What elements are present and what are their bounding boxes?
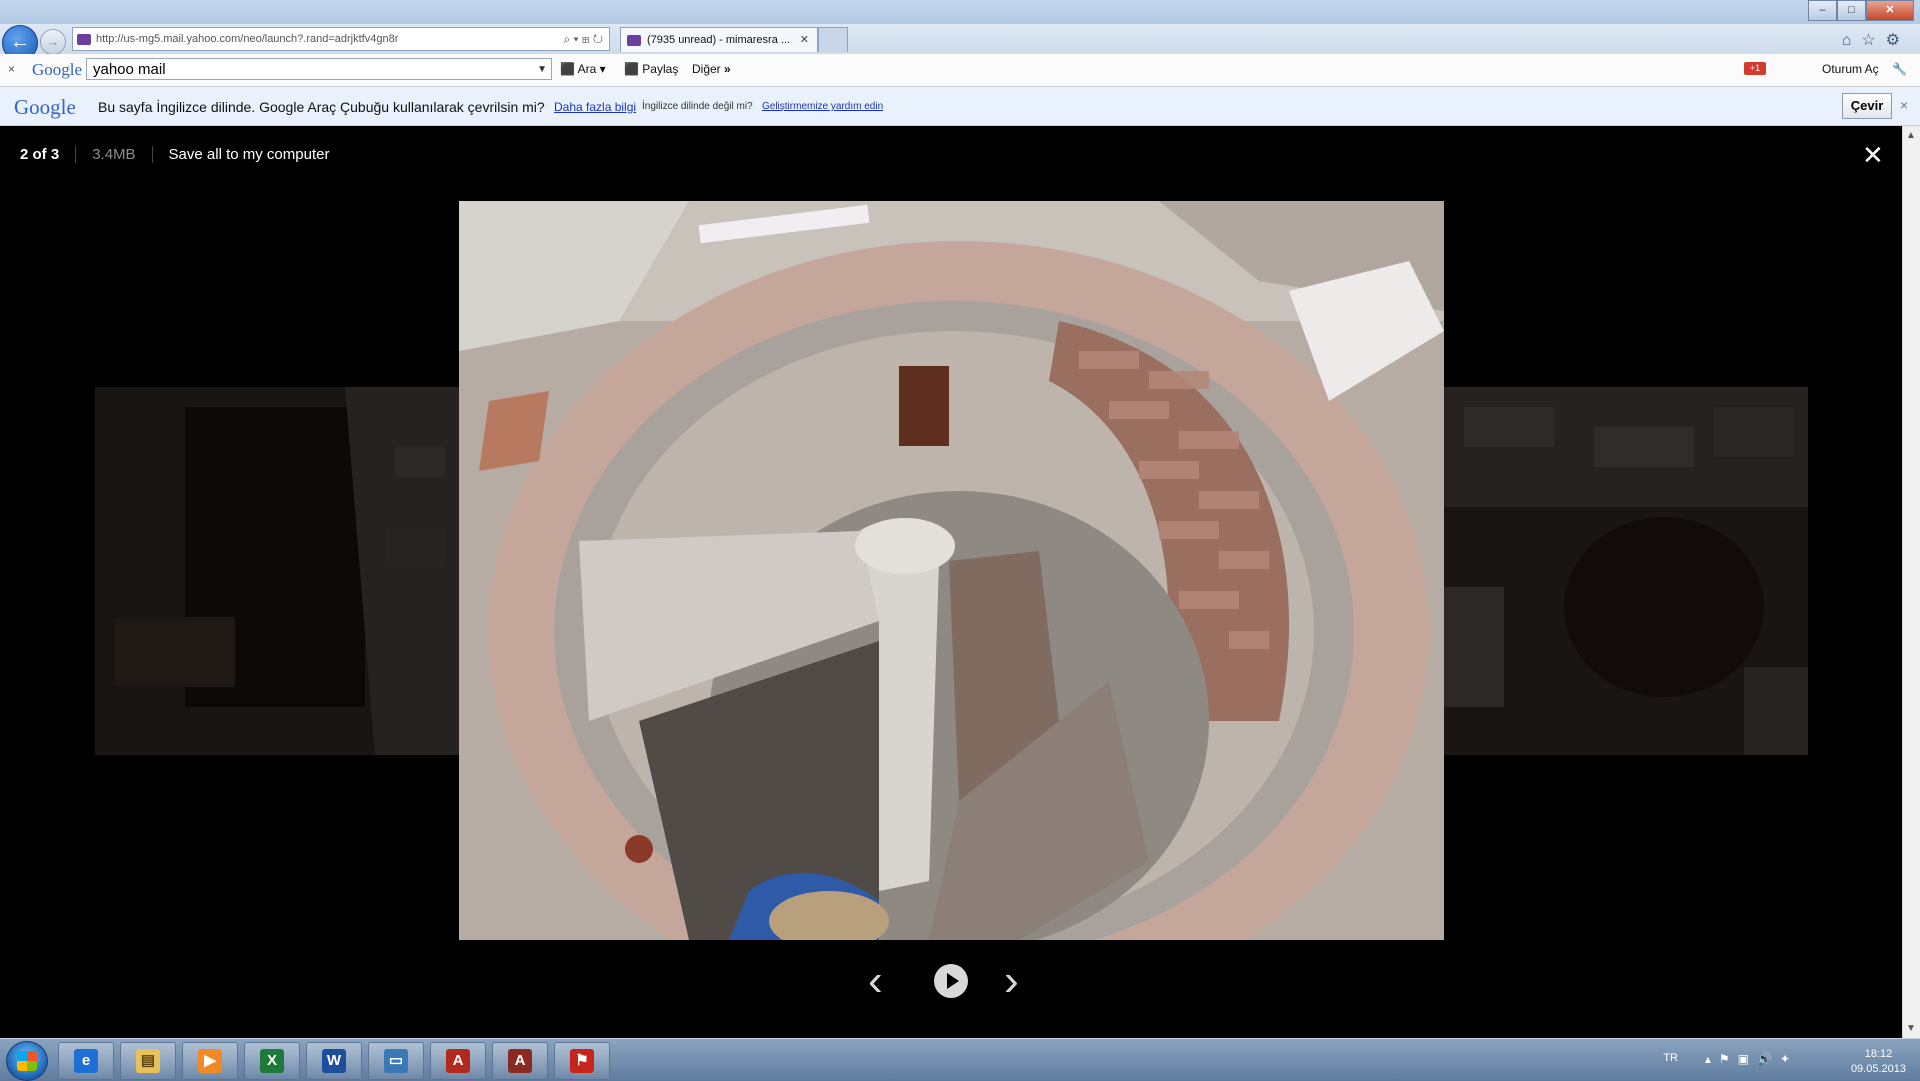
wrench-icon[interactable]: 🔧	[1892, 62, 1907, 76]
language-indicator[interactable]: TR	[1663, 1052, 1678, 1064]
volume-icon[interactable]: 🔊	[1757, 1052, 1780, 1066]
windows-logo-icon	[17, 1051, 37, 1071]
dropbox-icon[interactable]: ✦	[1780, 1052, 1798, 1066]
sign-in-link[interactable]: Oturum Aç	[1822, 62, 1879, 76]
next-arrow-icon[interactable]: ›	[1004, 956, 1019, 1006]
image-counter: 2 of 3	[20, 146, 60, 163]
plus-one-button[interactable]: +1	[1744, 62, 1766, 75]
window-controls: – □ ✕	[1808, 0, 1914, 21]
tab-title: (7935 unread) - mimaresra ...	[647, 34, 791, 46]
clock-time: 18:12	[1864, 1048, 1893, 1060]
address-bar[interactable]: http://us-mg5.mail.yahoo.com/neo/launch?…	[72, 27, 610, 51]
viewer-close-icon[interactable]: ✕	[1862, 142, 1884, 168]
minimize-button[interactable]: –	[1808, 0, 1837, 21]
network-icon[interactable]: ▣	[1738, 1052, 1757, 1066]
browser-tab[interactable]: (7935 unread) - mimaresra ... ✕	[620, 27, 818, 52]
new-tab-button[interactable]	[818, 27, 848, 52]
photo-viewer-icon[interactable]: ▭	[368, 1042, 424, 1080]
previous-image-thumbnail[interactable]	[95, 387, 459, 755]
show-hidden-icon[interactable]: ▴	[1705, 1052, 1719, 1066]
translate-message: Bu sayfa İngilizce dilinde. Google Araç …	[98, 99, 545, 115]
page-scrollbar[interactable]: ▲ ▼	[1902, 126, 1920, 1038]
taskbar: e ▤ ▶ X W ▭ A A ⚑ TR ▴⚑▣🔊✦ 18:12 09.05.2…	[0, 1038, 1920, 1081]
more-info-link[interactable]: Daha fazla bilgi	[554, 100, 636, 114]
previous-arrow-icon[interactable]: ‹	[868, 956, 883, 1006]
tab-close-icon[interactable]: ✕	[800, 28, 809, 52]
scroll-up-icon[interactable]: ▲	[1906, 130, 1916, 141]
browser-icons: ⌂☆⚙	[1842, 30, 1910, 50]
next-image-thumbnail[interactable]	[1444, 387, 1808, 755]
save-all-link[interactable]: Save all to my computer	[169, 146, 330, 163]
help-improve-link[interactable]: Geliştirmemize yardım edin	[762, 101, 883, 112]
file-size: 3.4MB	[75, 146, 153, 163]
internet-explorer-icon[interactable]: e	[58, 1042, 114, 1080]
chevron-down-icon[interactable]: ▼	[537, 59, 547, 81]
media-player-icon[interactable]: ▶	[182, 1042, 238, 1080]
close-window-button[interactable]: ✕	[1866, 0, 1914, 21]
favorites-star-icon[interactable]: ☆	[1861, 32, 1885, 49]
clock-date: 09.05.2013	[1850, 1063, 1906, 1075]
google-color-icon: ⬛	[560, 62, 575, 76]
scroll-down-icon[interactable]: ▼	[1906, 1023, 1916, 1034]
play-slideshow-icon[interactable]	[934, 964, 968, 998]
window-titlebar: – □ ✕	[0, 0, 1920, 24]
autocad-icon[interactable]: A	[430, 1042, 486, 1080]
flag-icon[interactable]: ⚑	[1719, 1052, 1738, 1066]
attachment-viewer: 2 of 3 3.4MB Save all to my computer ✕ ‹…	[0, 126, 1902, 1038]
translate-bar: Google Bu sayfa İngilizce dilinde. Googl…	[0, 87, 1920, 126]
main-photo	[459, 201, 1444, 940]
navigation-bar: ← → http://us-mg5.mail.yahoo.com/neo/lau…	[0, 24, 1920, 61]
start-button[interactable]	[6, 1041, 48, 1081]
home-icon[interactable]: ⌂	[1842, 32, 1862, 49]
word-icon[interactable]: W	[306, 1042, 362, 1080]
translate-button[interactable]: Çevir	[1842, 93, 1892, 119]
address-tools-icon[interactable]: ⌕ ▾ ⊞ ↻	[563, 28, 603, 50]
translate-close-icon[interactable]: ×	[1900, 97, 1908, 113]
file-explorer-icon[interactable]: ▤	[120, 1042, 176, 1080]
more-button[interactable]: Diğer »	[692, 62, 731, 76]
google-logo: Google	[32, 60, 83, 79]
viewer-toolbar: 2 of 3 3.4MB Save all to my computer	[20, 146, 329, 163]
google-search-button[interactable]: ⬛ Ara ▾	[560, 62, 606, 76]
excel-icon[interactable]: X	[244, 1042, 300, 1080]
google-logo: Google	[14, 95, 76, 119]
forward-button[interactable]: →	[40, 29, 66, 55]
yahoo-favicon-icon	[77, 33, 91, 45]
gear-icon[interactable]: ⚙	[1886, 32, 1910, 49]
maximize-button[interactable]: □	[1837, 0, 1866, 21]
yahoo-favicon-icon	[627, 34, 641, 46]
google-toolbar: × Google yahoo mail ▼ ⬛ Ara ▾ ⬛ Paylaş D…	[0, 54, 1920, 87]
share-icon: ⬛	[624, 62, 639, 76]
address-url: http://us-mg5.mail.yahoo.com/neo/launch?…	[96, 33, 399, 45]
google-search-value: yahoo mail	[93, 61, 166, 78]
acrobat-reader-icon[interactable]: ⚑	[554, 1042, 610, 1080]
clock[interactable]: 18:12 09.05.2013	[1851, 1047, 1906, 1077]
autocad-2-icon[interactable]: A	[492, 1042, 548, 1080]
not-english-text: İngilizce dilinde değil mi?	[642, 101, 753, 112]
tray-icons: ▴⚑▣🔊✦	[1705, 1052, 1798, 1066]
google-search-input[interactable]: yahoo mail ▼	[86, 58, 552, 80]
google-toolbar-close-icon[interactable]: ×	[8, 62, 15, 76]
share-button[interactable]: ⬛ Paylaş	[624, 62, 678, 76]
